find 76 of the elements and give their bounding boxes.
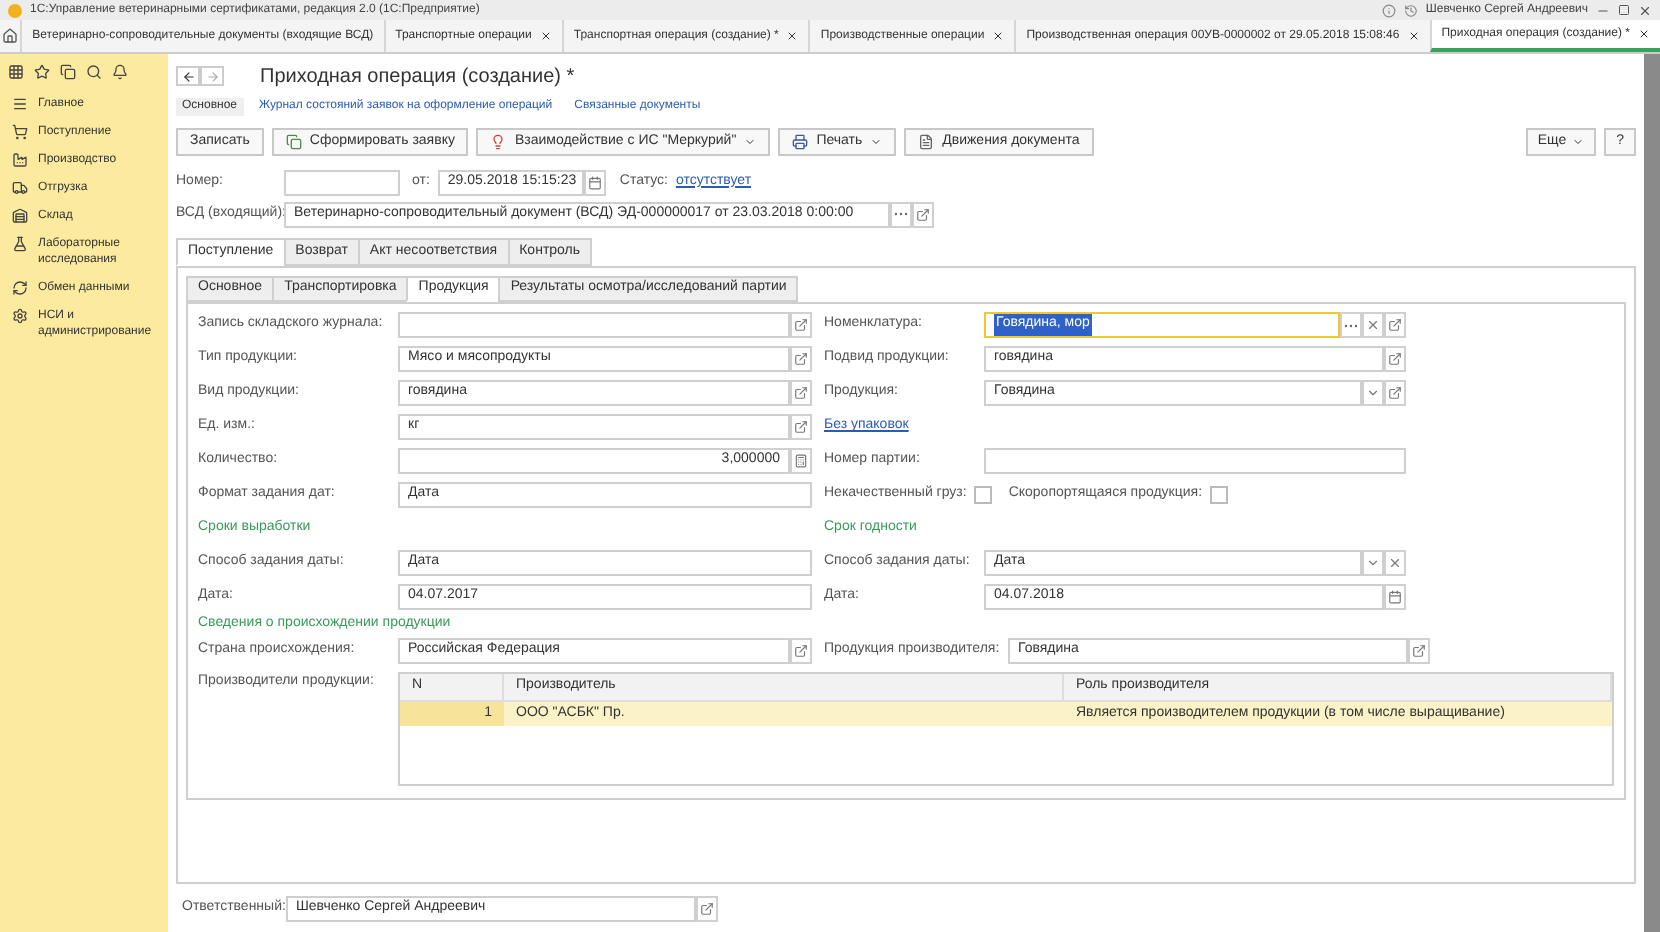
forward-icon [205,69,219,83]
document-icon [918,134,935,150]
close-tab-icon[interactable] [786,30,799,42]
dropdown-button[interactable] [1362,550,1384,576]
star-icon[interactable] [34,64,50,80]
maximize-icon[interactable] [1618,4,1630,16]
open-icon [1388,386,1402,400]
factory-icon [12,152,28,168]
open-icon [700,901,714,915]
input-field[interactable] [284,169,400,195]
back-button[interactable] [176,66,200,86]
calendar-icon [1388,590,1402,604]
open-button[interactable] [790,380,812,406]
close-tab-icon[interactable] [1407,30,1420,42]
clear-icon [1388,556,1402,570]
clear-icon [1366,318,1380,332]
open-button[interactable] [790,346,812,372]
close-tab-icon[interactable] [992,30,1005,42]
open-icon [794,318,808,332]
open-icon [1388,352,1402,366]
open-button[interactable] [790,638,812,664]
printer-icon [792,134,809,150]
caret-icon [1366,556,1380,570]
open-button[interactable] [1384,346,1406,372]
calendar-icon [587,175,602,189]
checkbox[interactable] [1210,486,1229,504]
open-icon [916,207,930,221]
open-button[interactable] [1384,380,1406,406]
open-button[interactable] [1384,312,1406,338]
app-logo-icon [8,3,22,17]
warehouse-icon [12,208,28,224]
mercury-icon [490,134,507,150]
select-button[interactable] [890,201,912,227]
checkbox[interactable] [974,486,993,504]
refresh-icon [12,280,28,296]
caret-icon [870,136,883,148]
open-button[interactable] [790,312,812,338]
search-icon[interactable] [86,64,102,80]
truck-icon [12,180,28,196]
bell-icon[interactable] [112,64,128,80]
open-icon [794,386,808,400]
calendar-button[interactable] [1384,584,1406,610]
open-icon [1388,318,1402,332]
open-button[interactable] [696,895,718,921]
input-field[interactable] [984,448,1406,474]
clear-button[interactable] [1362,312,1384,338]
calendar-button[interactable] [583,169,606,195]
document-icon [285,134,302,150]
caret-icon [744,136,757,148]
dropdown-button[interactable] [1362,380,1384,406]
info-icon[interactable] [1381,3,1396,17]
open-icon [794,352,808,366]
menu-icon [12,96,28,112]
open-icon [794,420,808,434]
open-icon [1412,644,1426,658]
caret-icon [1572,136,1585,148]
select-button[interactable] [1340,312,1362,338]
open-button[interactable] [1408,638,1430,664]
close-tab-icon[interactable] [1638,28,1650,40]
cart-icon [12,124,28,140]
close-tab-icon[interactable] [539,30,552,42]
close-icon[interactable] [1638,3,1652,17]
open-icon [794,644,808,658]
settings-icon [12,308,28,324]
back-icon [181,69,195,83]
open-button[interactable] [790,414,812,440]
open-button[interactable] [912,201,934,227]
caret-icon [1366,386,1380,400]
form-title: Приходная операция (создание) * [260,63,575,91]
grid-icon[interactable] [8,64,24,80]
input-field[interactable] [398,312,790,338]
flask-icon [12,236,28,252]
home-icon [2,28,19,44]
clear-button[interactable] [1384,550,1406,576]
calculator-button[interactable] [790,448,812,474]
calculator-icon [794,454,808,468]
